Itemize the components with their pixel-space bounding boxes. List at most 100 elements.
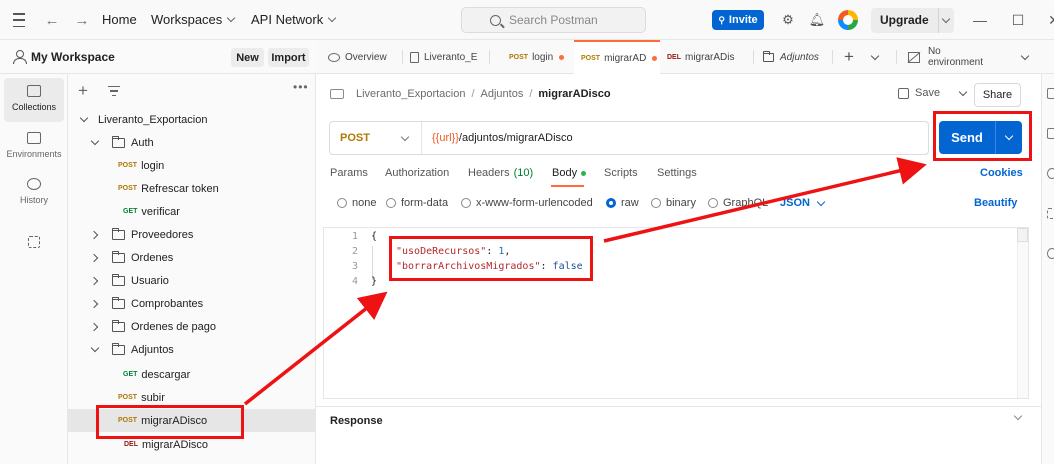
breadcrumb-collection[interactable]: Liveranto_Exportacion xyxy=(356,88,465,100)
settings-gear-icon[interactable]: ⚙ xyxy=(779,11,797,29)
tab-params[interactable]: Params xyxy=(330,167,368,179)
folder-label: Ordenes de pago xyxy=(131,320,217,333)
chevron-down-icon xyxy=(1020,51,1030,60)
request-row[interactable]: DEL migrarADisco xyxy=(68,433,316,456)
body-mode-urlencoded[interactable]: x-www-form-urlencoded xyxy=(461,197,593,209)
url-bar: POST {{url}}/adjuntos/migrarADisco xyxy=(329,121,929,155)
import-button[interactable]: Import xyxy=(268,48,309,67)
notification-bell-icon[interactable]: 🔔︎ xyxy=(808,11,826,29)
radio-icon xyxy=(651,198,661,208)
code-line: "borrarArchivosMigrados": false xyxy=(396,261,583,272)
beautify-link[interactable]: Beautify xyxy=(974,197,1017,209)
chevron-down-icon[interactable] xyxy=(1013,411,1023,421)
cookies-link[interactable]: Cookies xyxy=(980,167,1023,179)
forward-arrow-icon[interactable]: → xyxy=(73,10,91,30)
folder-row-adjuntos[interactable]: Adjuntos xyxy=(68,338,316,361)
tab-migraradisco-del[interactable]: DEL migrarADis xyxy=(667,40,734,74)
folder-row[interactable]: Ordenes xyxy=(68,246,316,269)
body-mode-raw[interactable]: raw xyxy=(606,197,639,209)
rail-label: Environments xyxy=(6,149,62,159)
request-row[interactable]: POST subir xyxy=(68,386,316,409)
api-network-menu[interactable]: API Network xyxy=(251,12,337,27)
body-mode-binary[interactable]: binary xyxy=(651,197,696,209)
request-row-selected[interactable]: POST migrarADisco xyxy=(68,409,316,432)
close-window-icon[interactable]: ✕ xyxy=(1044,10,1054,30)
method-badge: POST xyxy=(118,394,138,401)
save-button[interactable]: Save xyxy=(898,87,968,99)
workspaces-menu[interactable]: Workspaces xyxy=(151,12,236,27)
tab-collection[interactable]: Liveranto_E xyxy=(410,40,477,74)
tab-headers[interactable]: Headers (10) xyxy=(468,167,533,179)
related-icon[interactable] xyxy=(1047,208,1054,219)
comments-icon[interactable] xyxy=(1047,128,1054,139)
body-mode-form-data[interactable]: form-data xyxy=(386,197,448,209)
no-environment-icon xyxy=(908,51,920,63)
tab-settings[interactable]: Settings xyxy=(657,167,697,179)
info-icon[interactable] xyxy=(1047,248,1054,259)
upgrade-dropdown[interactable] xyxy=(939,14,954,24)
breadcrumb-folder[interactable]: Adjuntos xyxy=(481,88,524,100)
tabs-overflow-chevron[interactable] xyxy=(870,40,880,74)
home-link[interactable]: Home xyxy=(102,12,137,27)
folder-row[interactable]: Comprobantes xyxy=(68,292,316,315)
add-icon[interactable]: + xyxy=(78,82,88,99)
rail-environments[interactable]: Environments xyxy=(4,132,64,159)
tab-scripts[interactable]: Scripts xyxy=(604,167,638,179)
collection-row[interactable]: Liveranto_Exportacion xyxy=(68,108,316,131)
more-options-icon[interactable]: ••• xyxy=(293,80,309,94)
option-label: x-www-form-urlencoded xyxy=(476,197,593,209)
tab-login[interactable]: POST login xyxy=(509,40,565,74)
new-tab-icon[interactable]: + xyxy=(844,40,854,74)
http-request-icon xyxy=(330,89,344,99)
tab-authorization[interactable]: Authorization xyxy=(385,167,449,179)
method-select[interactable]: POST xyxy=(330,122,422,154)
body-mode-none[interactable]: none xyxy=(337,197,376,209)
folder-row[interactable]: Proveedores xyxy=(68,223,316,246)
rail-apps[interactable] xyxy=(4,236,64,253)
environment-label: No environment xyxy=(927,46,983,68)
minimize-icon[interactable]: — xyxy=(970,10,990,30)
code-icon[interactable] xyxy=(1047,168,1054,179)
folder-row[interactable]: Ordenes de pago xyxy=(68,315,316,338)
new-button[interactable]: New xyxy=(231,48,264,67)
request-row[interactable]: GET descargar xyxy=(68,363,316,386)
environments-icon xyxy=(27,132,41,144)
chevron-down-icon xyxy=(400,132,410,141)
format-select[interactable]: JSON xyxy=(780,197,826,209)
url-variable: {{url}} xyxy=(432,132,459,144)
environment-selector[interactable]: No environment xyxy=(908,40,1030,74)
invite-button[interactable]: ⚲ Invite xyxy=(712,10,764,30)
filter-icon[interactable] xyxy=(108,86,120,99)
search-input[interactable]: Search Postman xyxy=(461,7,646,33)
back-arrow-icon[interactable]: ← xyxy=(43,10,61,30)
upgrade-button[interactable]: Upgrade xyxy=(871,8,954,33)
folder-row[interactable]: Usuario xyxy=(68,269,316,292)
add-user-icon: ⚲ xyxy=(718,14,725,25)
menu-icon[interactable] xyxy=(12,13,26,27)
folder-row-auth[interactable]: Auth xyxy=(68,131,316,154)
editor-scroll-thumb[interactable] xyxy=(1017,228,1028,242)
breadcrumb-current[interactable]: migrarADisco xyxy=(538,88,610,100)
url-input[interactable]: {{url}}/adjuntos/migrarADisco xyxy=(422,132,573,144)
send-button[interactable]: Send xyxy=(939,121,1022,154)
response-panel[interactable]: Response xyxy=(316,406,1041,434)
option-label: form-data xyxy=(401,197,449,209)
chevron-down-icon[interactable] xyxy=(958,87,968,96)
body-editor[interactable]: 1 2 3 4 { "usoDeRecursos": 1, "borrarArc… xyxy=(323,227,1029,399)
tab-overview[interactable]: Overview xyxy=(328,40,387,74)
maximize-icon[interactable]: ☐ xyxy=(1008,10,1028,30)
rail-collections[interactable]: Collections xyxy=(4,78,64,122)
workspace-title[interactable]: My Workspace xyxy=(31,50,115,64)
tab-adjuntos[interactable]: Adjuntos xyxy=(763,40,819,74)
tab-migraradisco-active[interactable]: POST migrarAD xyxy=(574,40,660,74)
avatar[interactable] xyxy=(838,10,858,30)
tab-body[interactable]: Body xyxy=(552,167,587,179)
editor-scrollbar[interactable] xyxy=(1017,228,1028,398)
body-mode-graphql[interactable]: GraphQL xyxy=(708,197,768,209)
share-button[interactable]: Share xyxy=(974,83,1021,107)
send-dropdown[interactable] xyxy=(996,131,1022,141)
body-label: Body xyxy=(552,167,578,179)
method-badge: DEL xyxy=(124,441,138,448)
documentation-icon[interactable] xyxy=(1047,88,1054,99)
json-value: 1 xyxy=(498,246,505,257)
